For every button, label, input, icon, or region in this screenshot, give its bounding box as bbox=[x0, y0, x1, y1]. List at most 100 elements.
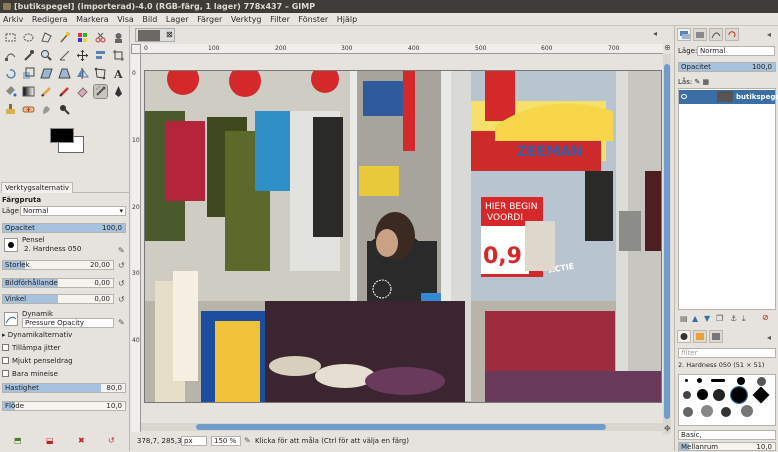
raise-layer-icon[interactable]: ▲ bbox=[692, 314, 698, 323]
delete-options-icon[interactable]: ✖ bbox=[78, 436, 85, 445]
menu-farger[interactable]: Färger bbox=[194, 13, 225, 26]
dynamics-combo[interactable]: Pressure Opacity bbox=[22, 318, 114, 328]
clone-icon[interactable] bbox=[4, 103, 17, 116]
airbrush-icon[interactable] bbox=[93, 84, 108, 99]
color-picker-icon[interactable] bbox=[22, 49, 35, 62]
dock-menu-icon[interactable]: ◂ bbox=[767, 30, 771, 39]
zoom-combo[interactable]: 150 % bbox=[211, 436, 241, 446]
edit-dynamics-icon[interactable]: ✎ bbox=[118, 318, 125, 327]
brush-item[interactable] bbox=[737, 377, 745, 385]
dynamics-options-expander[interactable]: ▸ Dynamikalternativ bbox=[2, 331, 128, 339]
ink-icon[interactable] bbox=[112, 85, 125, 98]
menu-filter[interactable]: Filter bbox=[267, 13, 293, 26]
menu-arkiv[interactable]: Arkiv bbox=[0, 13, 26, 26]
incremental-checkbox[interactable] bbox=[2, 370, 9, 377]
brush-spacing-slider[interactable]: Mellanrum 10,0 bbox=[678, 442, 776, 451]
brush-tag-input[interactable]: Basic, bbox=[678, 430, 776, 440]
heal-icon[interactable] bbox=[22, 103, 35, 116]
image-tab[interactable]: ⊠ bbox=[135, 28, 175, 42]
tab-tool-options[interactable]: Verktygsalternativ bbox=[1, 182, 74, 193]
navigate-icon[interactable]: ✥ bbox=[664, 424, 671, 433]
lower-layer-icon[interactable]: ▼ bbox=[704, 314, 710, 323]
horizontal-scrollbar-thumb[interactable] bbox=[196, 424, 606, 430]
brush-item[interactable] bbox=[683, 407, 693, 417]
ellipse-select-icon[interactable] bbox=[22, 31, 35, 44]
brush-item[interactable] bbox=[757, 377, 766, 386]
cage-transform-icon[interactable] bbox=[94, 67, 107, 80]
vertical-ruler[interactable]: 0 100 200 300 400 bbox=[131, 54, 141, 432]
rate-slider[interactable]: Hastighet 80,0 bbox=[2, 383, 126, 393]
paths-icon[interactable] bbox=[4, 49, 17, 62]
free-select-icon[interactable] bbox=[40, 31, 53, 44]
scissors-icon[interactable] bbox=[94, 31, 107, 44]
unit-combo[interactable]: px bbox=[181, 436, 207, 446]
brush-item[interactable] bbox=[697, 378, 702, 383]
flow-slider[interactable]: Flöde 10,0 bbox=[2, 401, 126, 411]
tab-layers[interactable] bbox=[677, 28, 691, 41]
menu-bild[interactable]: Bild bbox=[139, 13, 160, 26]
zoom-icon[interactable] bbox=[40, 49, 53, 62]
rect-select-icon[interactable] bbox=[4, 31, 17, 44]
tab-menu-icon[interactable]: ◂ bbox=[653, 29, 657, 38]
vertical-scrollbar-thumb[interactable] bbox=[664, 64, 670, 419]
brush-grid[interactable] bbox=[678, 374, 776, 426]
duplicate-layer-icon[interactable]: ❐ bbox=[716, 314, 723, 323]
tab-gradients[interactable] bbox=[709, 330, 723, 343]
perspective-icon[interactable] bbox=[58, 67, 71, 80]
lock-alpha-icon[interactable]: ▦ bbox=[703, 78, 710, 86]
layer-opacity-slider[interactable]: Opacitet 100,0 bbox=[678, 62, 776, 72]
menu-verktyg[interactable]: Verktyg bbox=[228, 13, 265, 26]
brush-item[interactable] bbox=[697, 389, 708, 400]
mode-combo[interactable]: Normal ▾ bbox=[20, 206, 126, 216]
brush-item[interactable] bbox=[701, 405, 713, 417]
brush-item[interactable] bbox=[683, 391, 691, 399]
move-icon[interactable] bbox=[76, 49, 89, 62]
reset-size-icon[interactable]: ↺ bbox=[118, 261, 125, 270]
brush-filter-input[interactable]: filter bbox=[678, 348, 776, 358]
tab-undo[interactable] bbox=[725, 28, 739, 41]
tab-paths[interactable] bbox=[709, 28, 723, 41]
lock-pixels-icon[interactable]: ✎ bbox=[694, 78, 700, 86]
brush-preview[interactable] bbox=[4, 238, 18, 252]
reset-options-icon[interactable]: ↺ bbox=[108, 436, 115, 445]
brush-item[interactable] bbox=[713, 389, 725, 401]
zoom-to-fit-icon[interactable]: ⊕ bbox=[664, 43, 671, 52]
layer-mode-combo[interactable]: Normal bbox=[697, 46, 775, 56]
image-canvas[interactable]: ZEEMAN HIER BEGIN VOORDI 0,9 ACTIE bbox=[144, 70, 662, 403]
ruler-corner[interactable] bbox=[131, 44, 141, 54]
foreground-select-icon[interactable] bbox=[112, 31, 125, 44]
brush-name[interactable]: 2. Hardness 050 bbox=[22, 245, 114, 255]
tab-brushes[interactable] bbox=[677, 330, 691, 343]
brush-item[interactable] bbox=[741, 405, 753, 417]
align-icon[interactable] bbox=[94, 49, 107, 62]
shear-icon[interactable] bbox=[40, 67, 53, 80]
menu-visa[interactable]: Visa bbox=[114, 13, 137, 26]
horizontal-scrollbar[interactable] bbox=[141, 423, 663, 431]
paintbrush-icon[interactable] bbox=[58, 85, 71, 98]
flip-icon[interactable] bbox=[76, 67, 89, 80]
size-slider[interactable]: Storlek 20,00 bbox=[2, 260, 114, 270]
restore-options-icon[interactable]: ⬓ bbox=[46, 436, 54, 445]
apply-jitter-checkbox[interactable] bbox=[2, 344, 9, 351]
brush-item[interactable] bbox=[752, 386, 770, 404]
incremental-row[interactable]: Bara mineise bbox=[2, 370, 128, 378]
menu-fonster[interactable]: Fönster bbox=[295, 13, 331, 26]
delete-layer-icon[interactable]: ⊘ bbox=[762, 313, 769, 322]
fuzzy-select-icon[interactable] bbox=[58, 31, 71, 44]
tab-channels[interactable] bbox=[693, 28, 707, 41]
merge-layer-icon[interactable]: ⤓ bbox=[742, 314, 746, 324]
brushes-menu-icon[interactable]: ◂ bbox=[767, 333, 771, 342]
bucket-fill-icon[interactable] bbox=[4, 85, 17, 98]
layer-list[interactable]: butikspegel.j bbox=[678, 88, 778, 310]
menu-markera[interactable]: Markera bbox=[73, 13, 112, 26]
dodge-burn-icon[interactable] bbox=[58, 103, 71, 116]
brush-item[interactable] bbox=[685, 379, 688, 382]
eraser-icon[interactable] bbox=[76, 85, 89, 98]
reset-aspect-icon[interactable]: ↺ bbox=[118, 279, 125, 288]
smooth-stroke-row[interactable]: Mjukt penseldrag bbox=[2, 357, 128, 365]
aspect-slider[interactable]: Bildförhållande 0,00 bbox=[2, 278, 114, 288]
brush-item-selected[interactable] bbox=[730, 386, 748, 404]
foreground-color-swatch[interactable] bbox=[50, 128, 74, 143]
crop-icon[interactable] bbox=[112, 49, 125, 62]
brush-item[interactable] bbox=[711, 379, 725, 382]
